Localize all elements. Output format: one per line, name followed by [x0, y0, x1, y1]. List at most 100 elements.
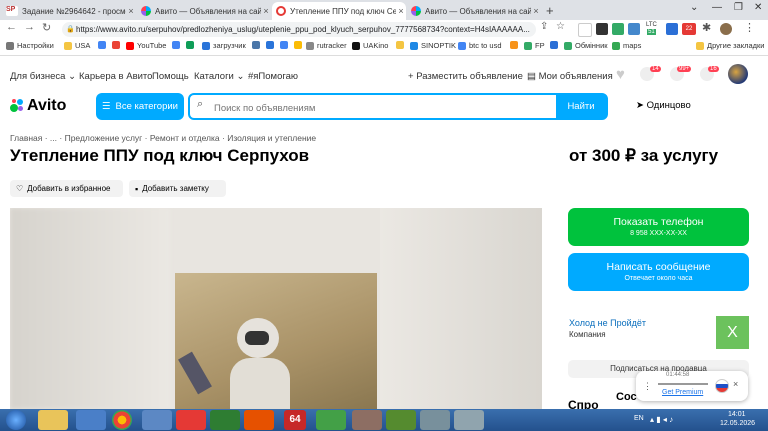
reload-icon[interactable]: ↻ [42, 21, 51, 34]
bookmark-item[interactable]: Обмінник [564, 41, 608, 50]
get-premium-link[interactable]: Get Premium [662, 389, 703, 396]
breadcrumb-services[interactable]: Предложение услуг [65, 133, 143, 143]
flag-ru-extension-icon[interactable] [578, 23, 592, 37]
extension-icon[interactable] [628, 23, 640, 35]
ltc-price-extension[interactable]: LTC 51 [646, 22, 657, 36]
user-avatar[interactable] [728, 64, 748, 84]
taskbar-app-icon[interactable] [352, 410, 382, 430]
close-tab-icon[interactable]: × [531, 6, 541, 16]
all-categories-button[interactable]: ☰ Все категории [96, 93, 184, 120]
bookmark-item[interactable]: USA [64, 41, 90, 50]
bookmark-item[interactable]: FP [524, 41, 545, 50]
search-input[interactable] [212, 99, 546, 117]
breadcrumb-insulation[interactable]: Изоляция и утепление [227, 133, 316, 143]
nav-business[interactable]: Для бизнеса ⌄ [10, 71, 76, 82]
bookmark-icon[interactable] [294, 41, 305, 49]
browser-tab[interactable]: SP Задание №2964642 - просмотр з × [2, 2, 136, 20]
browser-tab[interactable]: Авито — Объявления на сайте А × [137, 2, 271, 20]
widget-menu-icon[interactable]: ⋮ [643, 381, 652, 392]
bookmark-item[interactable]: btc to usd [458, 41, 502, 50]
taskbar-app-icon[interactable] [76, 410, 106, 430]
add-to-favorites-button[interactable]: ♡ Добавить в избранное [10, 180, 123, 197]
post-ad-link[interactable]: + Разместить объявление [408, 71, 523, 82]
taskbar-app-icon[interactable] [316, 410, 346, 430]
breadcrumb-repair[interactable]: Ремонт и отделка [150, 133, 220, 143]
media-taskbar-icon[interactable] [244, 410, 274, 430]
share-icon[interactable]: ⇪ [540, 21, 548, 32]
extension-icon[interactable] [612, 23, 624, 35]
menu-kebab-icon[interactable]: ⋮ [744, 21, 755, 34]
drive-bookmark-icon[interactable] [186, 41, 197, 49]
start-button[interactable] [6, 410, 26, 430]
extension-icon[interactable] [596, 23, 608, 35]
profile-avatar[interactable] [720, 23, 732, 35]
flag-ru-icon[interactable] [715, 379, 729, 393]
widget-close-icon[interactable]: × [733, 379, 738, 389]
taskbar-app-icon[interactable] [210, 410, 240, 430]
seller-avatar[interactable]: Х [716, 316, 749, 349]
bookmark-icon[interactable] [266, 41, 277, 49]
google-bookmark-icon[interactable] [172, 41, 183, 49]
aida64-taskbar-icon[interactable]: 64 [284, 410, 306, 430]
vk-bookmark-icon[interactable] [252, 41, 263, 49]
bookmark-item[interactable]: YouTube [126, 41, 166, 50]
bookmark-item[interactable]: Другие закладки [696, 41, 764, 50]
browser-tab[interactable]: Авито — Объявления на сайте А × [407, 2, 541, 20]
nav-help[interactable]: Помощь [152, 71, 189, 82]
bookmark-icon[interactable] [396, 41, 407, 49]
new-tab-button[interactable]: + [546, 3, 554, 18]
taskbar-app-icon[interactable] [420, 410, 450, 430]
minimize-button[interactable]: — [712, 2, 722, 13]
chrome-taskbar-icon[interactable] [112, 410, 132, 430]
taskbar-app-icon[interactable] [386, 410, 416, 430]
nav-catalogs[interactable]: Каталоги ⌄ [194, 71, 244, 82]
nav-help-tag[interactable]: #яПомогаю [248, 71, 298, 82]
bookmark-icon[interactable] [550, 41, 561, 49]
explorer-taskbar-icon[interactable] [38, 410, 68, 430]
gmail-bookmark-icon[interactable] [112, 41, 123, 49]
bookmark-item[interactable]: maps [612, 41, 641, 50]
url-bar[interactable]: 🔒 https://www.avito.ru/serpuhov/predlozh… [62, 22, 536, 37]
close-tab-icon[interactable]: × [261, 6, 271, 16]
forward-icon[interactable]: → [24, 21, 35, 33]
breadcrumb-home[interactable]: Главная [10, 133, 42, 143]
tab-search-icon[interactable]: ⌄ [690, 2, 698, 13]
mail-badge-extension[interactable]: 22 [682, 23, 696, 35]
bookmark-item[interactable]: rutracker [306, 41, 347, 50]
search-button[interactable]: Найти [556, 95, 606, 118]
extension-icon[interactable] [666, 23, 678, 35]
yandex-taskbar-icon[interactable] [176, 410, 206, 430]
google-bookmark-icon[interactable] [98, 41, 109, 49]
listing-photo[interactable] [10, 208, 542, 409]
taskbar-app-icon[interactable] [142, 410, 172, 430]
clock-time[interactable]: 14:01 [728, 411, 746, 418]
show-phone-button[interactable]: Показать телефон 8 958 XXX-XX-XX [568, 208, 749, 246]
bookmark-item[interactable]: UAKino [352, 41, 388, 50]
add-note-button[interactable]: ▪ Добавить заметку [129, 180, 226, 197]
back-icon[interactable]: ← [6, 21, 17, 33]
favorites-heart-icon[interactable]: ♥ [616, 66, 625, 83]
taskbar-app-icon[interactable] [454, 410, 484, 430]
close-tab-icon[interactable]: × [126, 6, 136, 16]
location-selector[interactable]: ➤ Одинцово [636, 100, 691, 111]
seller-name[interactable]: Холод не Пройдёт [569, 318, 646, 328]
browser-tab-active[interactable]: Утепление ППУ под ключ Серпухо × [272, 2, 406, 20]
bookmark-item[interactable]: Настройки [6, 41, 54, 50]
avito-logo[interactable]: Avito [10, 97, 66, 115]
breadcrumb-ellipsis[interactable]: ... [50, 133, 57, 143]
bookmark-star-icon[interactable]: ☆ [556, 21, 565, 32]
google-bookmark-icon[interactable] [280, 41, 291, 49]
my-ads-link[interactable]: ▤ Мои объявления [527, 71, 613, 82]
clock-date[interactable]: 12.05.2026 [720, 420, 755, 427]
close-tab-icon[interactable]: × [396, 6, 406, 16]
nav-career[interactable]: Карьера в Авито [79, 71, 152, 82]
bookmark-icon[interactable] [510, 41, 521, 49]
maximize-button[interactable]: ❐ [734, 2, 743, 13]
language-indicator[interactable]: EN [634, 415, 644, 422]
extensions-puzzle-icon[interactable]: ✱ [702, 21, 711, 34]
bookmark-item[interactable]: SINOPTIK [410, 41, 456, 50]
tray-icons[interactable]: ▴ ▮ ◂ ♪ [650, 415, 673, 424]
close-window-button[interactable]: ✕ [754, 2, 762, 13]
bookmark-item[interactable]: загрузчик [202, 41, 246, 50]
write-message-button[interactable]: Написать сообщение Отвечает около часа [568, 253, 749, 291]
